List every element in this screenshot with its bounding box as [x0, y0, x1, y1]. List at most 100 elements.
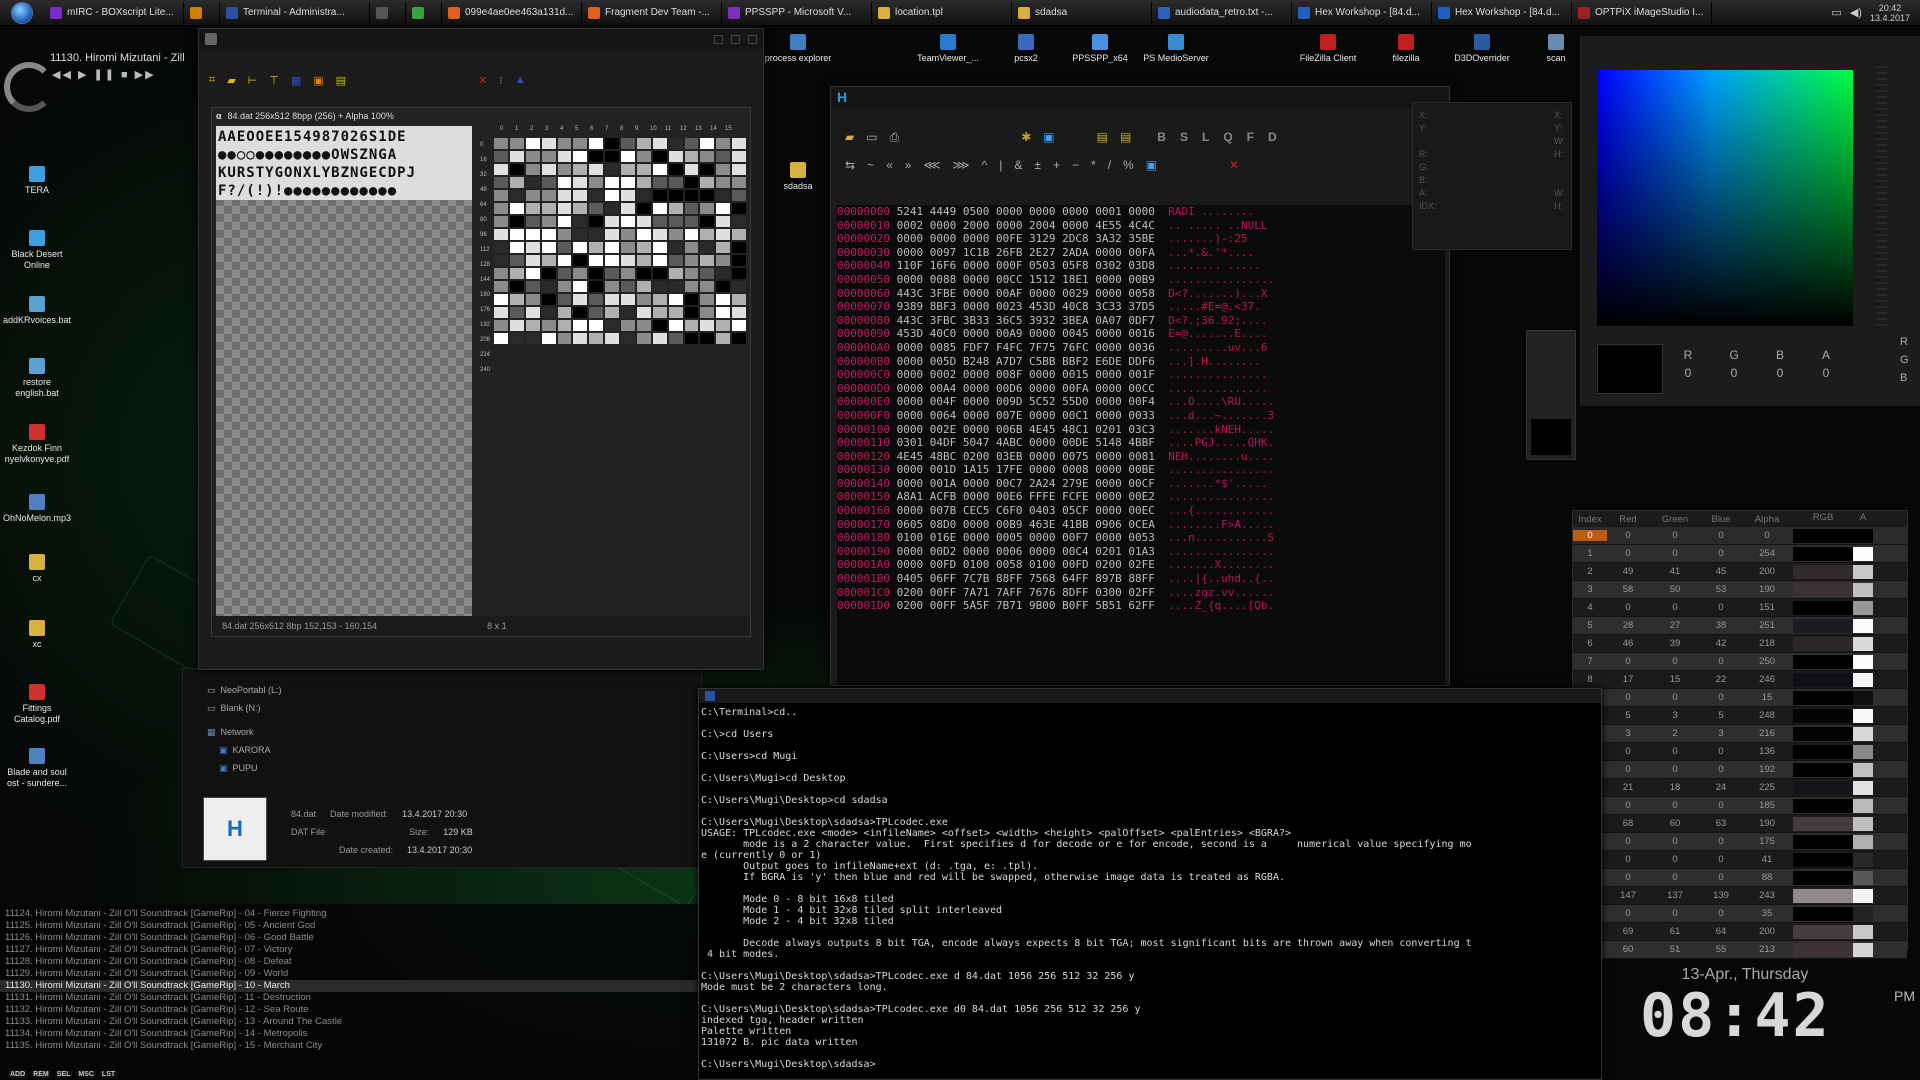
- palette-swatch[interactable]: [652, 242, 667, 253]
- palette-swatch[interactable]: [716, 190, 731, 201]
- palette-swatch[interactable]: [509, 242, 524, 253]
- palette-row[interactable]: 60 51 55 213: [1573, 941, 1907, 959]
- taskbar-item[interactable]: mIRC - BOXscript Lite...: [44, 1, 184, 24]
- palette-swatch[interactable]: [509, 307, 524, 318]
- column-header[interactable]: A: [1853, 512, 1873, 526]
- channel-value-field[interactable]: 0: [1765, 366, 1795, 380]
- palette-swatch[interactable]: [573, 333, 588, 344]
- palette-swatch[interactable]: [557, 320, 572, 331]
- palette-swatch[interactable]: [589, 268, 604, 279]
- playlist-item[interactable]: 11124. Hiromi Mizutani - Zill O'll Sound…: [0, 908, 700, 920]
- palette-swatch[interactable]: [557, 333, 572, 344]
- palette-swatch[interactable]: [668, 151, 683, 162]
- palette-swatch[interactable]: [700, 307, 715, 318]
- palette-swatch[interactable]: [668, 320, 683, 331]
- palette-swatch[interactable]: [509, 320, 524, 331]
- palette-swatch[interactable]: [668, 203, 683, 214]
- open-tool-icon[interactable]: ▰: [227, 74, 235, 87]
- palette-swatch[interactable]: [494, 216, 508, 227]
- palette-swatch[interactable]: [589, 164, 604, 175]
- palette-swatch[interactable]: [636, 268, 651, 279]
- palette-swatch[interactable]: [700, 268, 715, 279]
- palette-swatch[interactable]: [605, 190, 619, 201]
- palette-swatch[interactable]: [557, 203, 572, 214]
- playlist-button[interactable]: REM: [31, 1071, 51, 1078]
- palette-swatch[interactable]: [716, 229, 731, 240]
- column-header[interactable]: Alpha: [1741, 514, 1793, 525]
- palette-swatch[interactable]: [573, 294, 588, 305]
- desktop-icon[interactable]: addKRvoices.bat: [1, 296, 73, 326]
- column-header[interactable]: Green: [1649, 514, 1701, 525]
- palette-row[interactable]: 2 49 41 45 200: [1573, 563, 1907, 581]
- palette-swatch[interactable]: [732, 255, 746, 266]
- palette-swatch[interactable]: [684, 164, 699, 175]
- hex-editor-view[interactable]: 00000000 5241 4449 0500 0000 0000 0000 0…: [837, 205, 1445, 685]
- palette-swatch[interactable]: [589, 229, 604, 240]
- palette-swatch[interactable]: [700, 281, 715, 292]
- palette-swatch[interactable]: [732, 242, 746, 253]
- palette-row[interactable]: 21 18 24 225: [1573, 779, 1907, 797]
- palette-swatch[interactable]: [573, 177, 588, 188]
- compare-icon[interactable]: ▣: [1043, 130, 1054, 144]
- palette-swatch[interactable]: [621, 203, 635, 214]
- palette-swatch[interactable]: [684, 242, 699, 253]
- checksum-icon[interactable]: ▤: [1120, 130, 1131, 144]
- palette-swatch[interactable]: [716, 255, 731, 266]
- playlist-item[interactable]: 11132. Hiromi Mizutani - Zill O'll Sound…: [0, 1004, 700, 1016]
- palette-swatch[interactable]: [573, 281, 588, 292]
- playlist-item[interactable]: 11125. Hiromi Mizutani - Zill O'll Sound…: [0, 920, 700, 932]
- palette-swatch[interactable]: [605, 333, 619, 344]
- clear-icon[interactable]: ✕: [1229, 158, 1239, 172]
- palette-swatch[interactable]: [700, 164, 715, 175]
- palette-swatch[interactable]: [605, 203, 619, 214]
- palette-swatch[interactable]: [652, 268, 667, 279]
- desktop-icon[interactable]: xc: [1, 620, 73, 650]
- palette-swatch[interactable]: [557, 294, 572, 305]
- palette-swatch[interactable]: [668, 268, 683, 279]
- palette-swatch[interactable]: [636, 216, 651, 227]
- resize-tool-icon[interactable]: ⊤: [269, 74, 279, 87]
- palette-swatch[interactable]: [668, 281, 683, 292]
- palette-swatch[interactable]: [732, 320, 746, 331]
- palette-swatch[interactable]: [509, 229, 524, 240]
- fill-tool-icon[interactable]: ▲: [515, 74, 526, 86]
- palette-swatch[interactable]: [573, 216, 588, 227]
- palette-swatch[interactable]: [732, 307, 746, 318]
- palette-swatch[interactable]: [589, 216, 604, 227]
- palette-swatch[interactable]: [684, 255, 699, 266]
- palette-swatch[interactable]: [557, 177, 572, 188]
- palette-swatch[interactable]: [732, 268, 746, 279]
- palette-swatch[interactable]: [509, 333, 524, 344]
- desktop-icon[interactable]: restore english.bat: [1, 358, 73, 399]
- palette-swatch[interactable]: [621, 307, 635, 318]
- palette-swatch[interactable]: [605, 242, 619, 253]
- palette-swatch[interactable]: [573, 229, 588, 240]
- palette-swatch[interactable]: [525, 281, 540, 292]
- palette-swatch[interactable]: [525, 229, 540, 240]
- palette-swatch[interactable]: [700, 294, 715, 305]
- palette-swatch[interactable]: [668, 333, 683, 344]
- or-icon[interactable]: |: [999, 158, 1002, 172]
- palette-swatch[interactable]: [716, 177, 731, 188]
- palette-swatch[interactable]: [621, 216, 635, 227]
- palette-swatch[interactable]: [525, 151, 540, 162]
- palette-swatch[interactable]: [557, 190, 572, 201]
- goto-icon[interactable]: ▣: [1146, 158, 1157, 172]
- palette-swatch[interactable]: [541, 151, 556, 162]
- taskbar-item[interactable]: Fragment Dev Team -...: [582, 1, 722, 24]
- palette-swatch[interactable]: [605, 138, 619, 149]
- palette-swatch[interactable]: [525, 333, 540, 344]
- desktop-icon[interactable]: Fittings Catalog.pdf: [1, 684, 73, 725]
- palette-grid[interactable]: 0 1 2 3 4 5 6 7 8 9 10 11 12 13 14 15 0 16 32 48 64 80 96 112 1…: [480, 126, 746, 386]
- start-button[interactable]: [0, 0, 44, 26]
- nav-network-computer[interactable]: ▣ KARORA: [207, 741, 347, 759]
- palette-swatch[interactable]: [684, 281, 699, 292]
- playlist-item[interactable]: 11135. Hiromi Mizutani - Zill O'll Sound…: [0, 1040, 700, 1052]
- playlist-button[interactable]: LST: [99, 1071, 118, 1078]
- taskbar-item[interactable]: audiodata_retro.txt -...: [1152, 1, 1292, 24]
- palette-swatch[interactable]: [494, 138, 508, 149]
- palette-swatch[interactable]: [732, 333, 746, 344]
- palette-swatch[interactable]: [525, 203, 540, 214]
- palette-swatch[interactable]: [494, 333, 508, 344]
- desktop-icon[interactable]: pcsx2: [986, 34, 1066, 64]
